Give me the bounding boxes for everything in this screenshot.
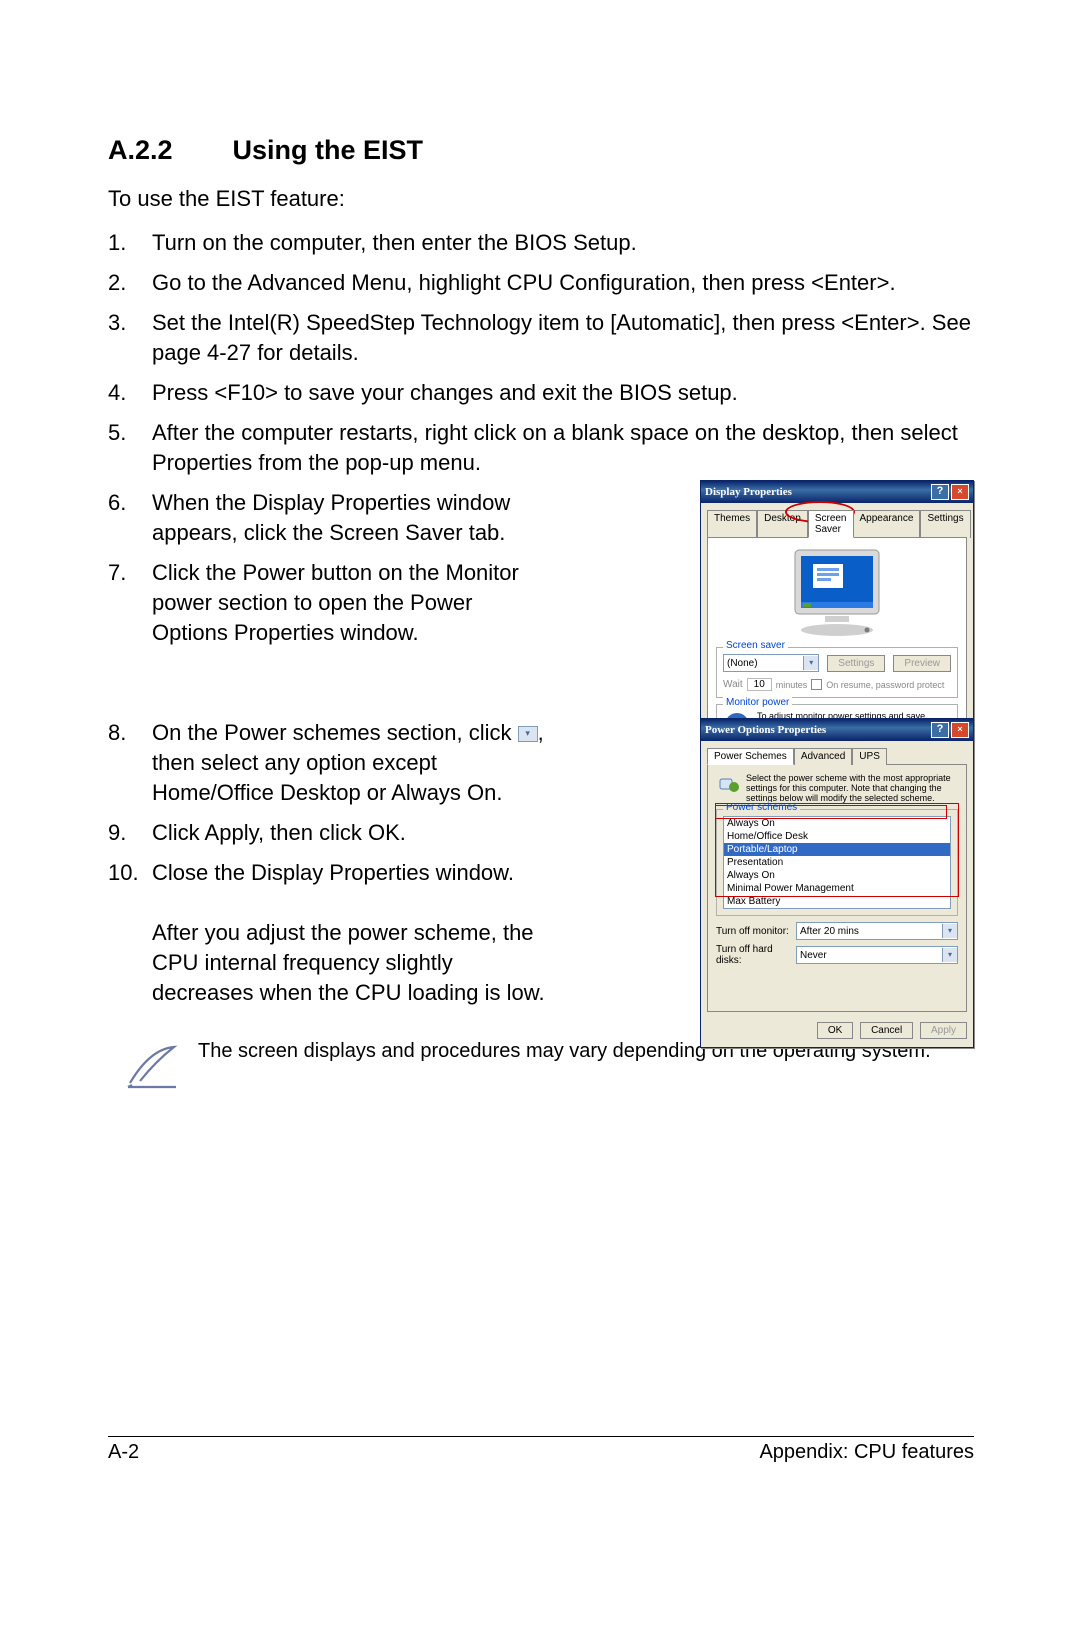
power-options-dialog: Power Options Properties ? × Power Schem… bbox=[700, 718, 974, 1048]
document-page: A.2.2 Using the EIST To use the EIST fea… bbox=[108, 135, 974, 1092]
dialog-title: Display Properties bbox=[705, 486, 929, 498]
row-label: Turn off hard disks: bbox=[716, 944, 796, 966]
help-button[interactable]: ? bbox=[931, 722, 949, 738]
chevron-down-icon: ▾ bbox=[803, 656, 818, 670]
tab-strip: Power Schemes Advanced UPS bbox=[701, 741, 973, 764]
step-text: After the computer restarts, right click… bbox=[152, 420, 958, 475]
section-title: Using the EIST bbox=[232, 135, 423, 165]
group-label: Monitor power bbox=[723, 697, 792, 708]
turnoff-hd-row: Turn off hard disks: Never ▾ bbox=[716, 944, 958, 966]
chapter-label: Appendix: CPU features bbox=[759, 1441, 974, 1464]
step-num: 9. bbox=[108, 818, 148, 848]
dialog-titlebar: Power Options Properties ? × bbox=[701, 719, 973, 741]
intro-text: To use the EIST feature: bbox=[108, 184, 974, 214]
note-feather-icon bbox=[108, 1038, 198, 1092]
step-num: 2. bbox=[108, 268, 148, 298]
selected-value: (None) bbox=[724, 658, 803, 669]
dialog-buttons: OK Cancel Apply bbox=[701, 1018, 973, 1047]
step-num: 1. bbox=[108, 228, 148, 258]
step-text: Click the Power button on the Monitor po… bbox=[152, 560, 519, 645]
settings-button[interactable]: Settings bbox=[827, 655, 885, 672]
close-button[interactable]: × bbox=[951, 722, 969, 738]
power-scheme-description: Select the power scheme with the most ap… bbox=[746, 773, 958, 803]
step-text: Turn on the computer, then enter the BIO… bbox=[152, 230, 637, 255]
tab-settings[interactable]: Settings bbox=[920, 510, 970, 538]
step-num: 5. bbox=[108, 418, 148, 448]
step-list: 1.Turn on the computer, then enter the B… bbox=[108, 228, 974, 478]
tab-themes[interactable]: Themes bbox=[707, 510, 757, 538]
dialog-titlebar: Display Properties ? × bbox=[701, 481, 973, 503]
figure-power-options: Power Options Properties ? × Power Schem… bbox=[700, 718, 974, 1048]
turnoff-monitor-select[interactable]: After 20 mins ▾ bbox=[796, 922, 958, 940]
preview-button[interactable]: Preview bbox=[893, 655, 951, 672]
step-num: 8. bbox=[108, 718, 148, 748]
step-text: On the Power schemes section, click ▾, t… bbox=[152, 720, 544, 805]
row-label: Turn off monitor: bbox=[716, 926, 796, 937]
step-num: 4. bbox=[108, 378, 148, 408]
highlight-rect bbox=[715, 805, 947, 819]
group-label: Screen saver bbox=[723, 640, 788, 651]
step-text: When the Display Properties window appea… bbox=[152, 490, 510, 545]
tab-ups[interactable]: UPS bbox=[852, 748, 887, 765]
step-num: 7. bbox=[108, 558, 148, 588]
section-heading: A.2.2 Using the EIST bbox=[108, 135, 974, 166]
dialog-title: Power Options Properties bbox=[705, 724, 929, 736]
tab-power-schemes[interactable]: Power Schemes bbox=[707, 748, 794, 765]
close-button[interactable]: × bbox=[951, 484, 969, 500]
chevron-down-icon: ▾ bbox=[942, 924, 957, 938]
step-text: Press <F10> to save your changes and exi… bbox=[152, 380, 738, 405]
turnoff-hd-select[interactable]: Never ▾ bbox=[796, 946, 958, 964]
step-num: 10. bbox=[108, 858, 148, 888]
step-text: Click Apply, then click OK. bbox=[152, 820, 406, 845]
screensaver-select[interactable]: (None) ▾ bbox=[723, 654, 819, 672]
screensaver-group: Screen saver (None) ▾ Settings Preview W… bbox=[716, 647, 958, 698]
step-num: 6. bbox=[108, 488, 148, 518]
page-number: A-2 bbox=[108, 1441, 139, 1464]
page-footer: A-2 Appendix: CPU features bbox=[108, 1441, 974, 1471]
wait-value[interactable]: 10 bbox=[747, 678, 772, 691]
resume-label: On resume, password protect bbox=[826, 680, 944, 690]
step-text: Go to the Advanced Menu, highlight CPU C… bbox=[152, 270, 896, 295]
help-button[interactable]: ? bbox=[931, 484, 949, 500]
power-scheme-icon bbox=[716, 773, 740, 797]
resume-checkbox[interactable] bbox=[811, 679, 822, 690]
chevron-down-icon: ▾ bbox=[942, 948, 957, 962]
monitor-preview-icon bbox=[777, 546, 897, 641]
wait-label: Wait bbox=[723, 679, 743, 690]
step-num: 3. bbox=[108, 308, 148, 338]
step-text: Set the Intel(R) SpeedStep Technology it… bbox=[152, 310, 971, 365]
dropdown-arrow-icon: ▾ bbox=[518, 726, 538, 742]
wait-unit: minutes bbox=[776, 680, 808, 690]
tab-appearance[interactable]: Appearance bbox=[854, 510, 921, 538]
apply-button[interactable]: Apply bbox=[920, 1022, 967, 1039]
section-number: A.2.2 bbox=[108, 135, 228, 166]
cancel-button[interactable]: Cancel bbox=[860, 1022, 913, 1039]
turnoff-monitor-row: Turn off monitor: After 20 mins ▾ bbox=[716, 922, 958, 940]
step-text: Close the Display Properties window. Aft… bbox=[152, 860, 545, 1005]
footer-rule bbox=[108, 1436, 974, 1437]
ok-button[interactable]: OK bbox=[817, 1022, 853, 1039]
tab-advanced[interactable]: Advanced bbox=[794, 748, 852, 765]
tab-screen-saver[interactable]: Screen Saver bbox=[808, 510, 854, 538]
